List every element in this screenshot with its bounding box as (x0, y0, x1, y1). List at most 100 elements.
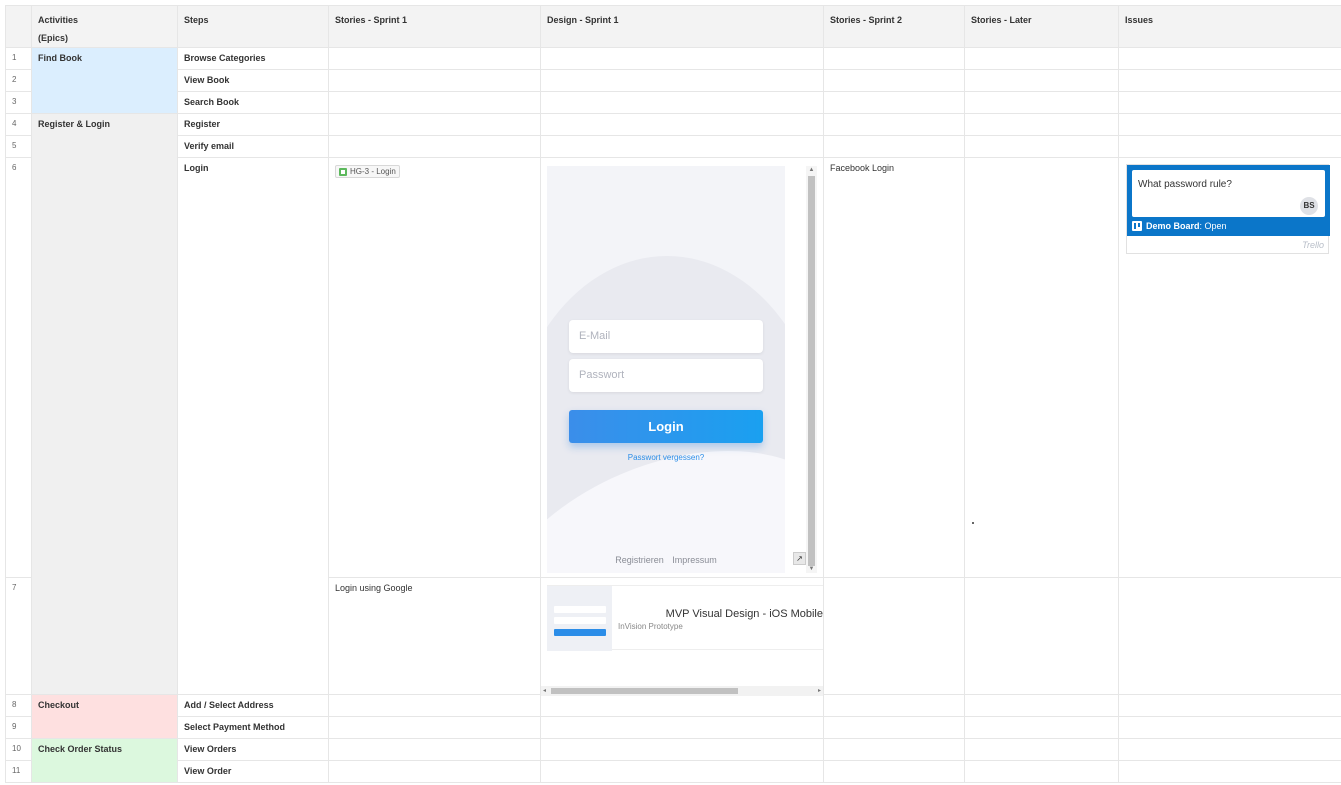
cell[interactable] (964, 69, 1119, 92)
login-button[interactable]: Login (569, 410, 763, 443)
invision-preview-card[interactable]: MVP Visual Design - iOS Mobile InVision … (547, 585, 823, 651)
cell[interactable] (540, 716, 824, 739)
cell[interactable] (964, 135, 1119, 158)
login-mockup-embed[interactable]: E-Mail Passwort Login Passwort vergessen… (547, 166, 785, 573)
jira-issue-chip[interactable]: HG-3 - Login (335, 165, 400, 178)
epic-find-book[interactable]: Find Book (31, 47, 178, 114)
header-rownum (5, 5, 32, 48)
header-sprint2[interactable]: Stories - Sprint 2 (823, 5, 965, 48)
preview-title[interactable]: MVP Visual Design - iOS Mobile (624, 608, 823, 620)
cell[interactable] (540, 113, 824, 136)
trello-board-link[interactable]: Demo Board: Open (1132, 221, 1227, 231)
sprint1-cell[interactable]: HG-3 - Login (328, 157, 541, 578)
cell[interactable] (1118, 91, 1341, 114)
cell[interactable] (1118, 760, 1341, 783)
cell[interactable] (1118, 47, 1341, 70)
header-design1[interactable]: Design - Sprint 1 (540, 5, 824, 48)
cell[interactable] (1118, 135, 1341, 158)
cell[interactable] (328, 91, 541, 114)
cell[interactable] (328, 47, 541, 70)
row-number: 1 (5, 47, 32, 70)
step-cell[interactable]: Register (177, 113, 329, 136)
cell[interactable] (328, 135, 541, 158)
cell[interactable] (328, 113, 541, 136)
cell[interactable] (823, 113, 965, 136)
cell[interactable] (964, 113, 1119, 136)
cell[interactable] (823, 47, 965, 70)
header-activities[interactable]: Activities (Epics) (31, 5, 178, 48)
cell[interactable] (823, 577, 965, 695)
scroll-up-icon[interactable]: ▲ (808, 166, 815, 174)
horizontal-scrollbar[interactable]: ◂ ▸ (541, 686, 823, 696)
cell[interactable] (1118, 716, 1341, 739)
password-field[interactable]: Passwort (569, 359, 763, 392)
step-cell[interactable]: Login (177, 157, 329, 695)
cell[interactable] (328, 716, 541, 739)
cell-dot (972, 522, 974, 524)
cell[interactable] (540, 135, 824, 158)
step-cell[interactable]: View Orders (177, 738, 329, 761)
step-cell[interactable]: Add / Select Address (177, 694, 329, 717)
header-issues[interactable]: Issues (1118, 5, 1341, 48)
cell[interactable] (328, 69, 541, 92)
sprint1-cell[interactable]: Login using Google (328, 577, 541, 695)
forgot-password-link[interactable]: Passwort vergessen? (547, 453, 785, 462)
scroll-right-icon[interactable]: ▸ (818, 686, 821, 696)
avatar[interactable]: BS (1300, 197, 1318, 215)
cell[interactable] (1118, 738, 1341, 761)
cell[interactable] (964, 738, 1119, 761)
cell[interactable] (328, 760, 541, 783)
cell[interactable] (1118, 113, 1341, 136)
trello-card-title[interactable]: What password rule? (1138, 179, 1232, 190)
cell[interactable] (1118, 577, 1341, 695)
cell[interactable] (823, 135, 965, 158)
step-cell[interactable]: View Book (177, 69, 329, 92)
sprint2-cell[interactable]: Facebook Login (823, 157, 965, 578)
step-cell[interactable]: View Order (177, 760, 329, 783)
step-cell[interactable]: Search Book (177, 91, 329, 114)
cell[interactable] (964, 47, 1119, 70)
cell[interactable] (823, 760, 965, 783)
cell[interactable] (540, 47, 824, 70)
vertical-scrollbar[interactable]: ▲ ▼ (806, 166, 817, 573)
cell[interactable] (540, 738, 824, 761)
cell[interactable] (823, 69, 965, 92)
epic-check-order-status[interactable]: Check Order Status (31, 738, 178, 783)
mockup-footer-links[interactable]: Registrieren Impressum (547, 555, 785, 565)
step-cell[interactable]: Select Payment Method (177, 716, 329, 739)
epic-checkout[interactable]: Checkout (31, 694, 178, 739)
scrollbar-thumb[interactable] (808, 176, 815, 566)
cell[interactable] (540, 91, 824, 114)
epic-register-login[interactable]: Register & Login (31, 113, 178, 695)
cell[interactable] (964, 694, 1119, 717)
cell[interactable] (540, 69, 824, 92)
cell[interactable] (1118, 69, 1341, 92)
cell[interactable] (964, 716, 1119, 739)
scrollbar-thumb[interactable] (551, 688, 738, 694)
cell[interactable] (328, 694, 541, 717)
cell[interactable] (328, 738, 541, 761)
step-cell[interactable]: Browse Categories (177, 47, 329, 70)
trello-card-embed[interactable]: What password rule? BS Demo Board: Open … (1126, 164, 1330, 254)
table-row: 8 Checkout Add / Select Address (5, 694, 1341, 739)
expand-icon[interactable]: ↗ (793, 552, 806, 565)
trello-card[interactable]: What password rule? BS (1132, 170, 1325, 217)
email-field[interactable]: E-Mail (569, 320, 763, 353)
cell[interactable] (964, 157, 1119, 578)
cell[interactable] (1118, 694, 1341, 717)
cell[interactable] (964, 91, 1119, 114)
cell[interactable] (964, 577, 1119, 695)
cell[interactable] (540, 694, 824, 717)
header-later[interactable]: Stories - Later (964, 5, 1119, 48)
header-sprint1[interactable]: Stories - Sprint 1 (328, 5, 541, 48)
header-steps[interactable]: Steps (177, 5, 329, 48)
cell[interactable] (823, 738, 965, 761)
cell[interactable] (540, 760, 824, 783)
cell[interactable] (964, 760, 1119, 783)
cell[interactable] (823, 716, 965, 739)
cell[interactable] (823, 694, 965, 717)
scroll-down-icon[interactable]: ▼ (808, 565, 815, 573)
cell[interactable] (823, 91, 965, 114)
scroll-left-icon[interactable]: ◂ (543, 686, 546, 696)
step-cell[interactable]: Verify email (177, 135, 329, 158)
